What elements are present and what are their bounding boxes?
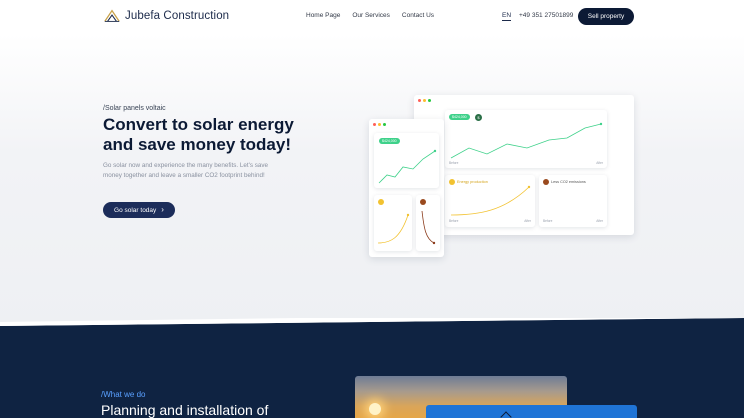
top-navigation: Jubefa Construction Home Page Our Servic… — [0, 0, 744, 34]
brand-logo[interactable]: Jubefa Construction — [103, 7, 229, 25]
language-selector[interactable]: EN — [502, 12, 512, 21]
blue-feature-card — [426, 405, 637, 418]
mini-co2-chart — [421, 210, 436, 245]
mini-energy-card — [374, 195, 412, 251]
energy-before-label: Before — [449, 219, 459, 223]
savings-line-chart — [450, 122, 603, 159]
brand-name: Jubefa Construction — [125, 10, 230, 22]
mini-energy-chart — [377, 213, 410, 244]
energy-after-label: After — [524, 219, 531, 223]
house-logo-icon — [104, 9, 120, 22]
phone-number[interactable]: +49 351 27501899 — [519, 12, 573, 19]
co2-emissions-title: Less CO2 emissions — [543, 179, 586, 185]
chevron-right-icon: › — [161, 205, 164, 214]
co2-before-label: Before — [543, 219, 553, 223]
go-solar-button[interactable]: Go solar today › — [103, 202, 175, 218]
house-outline-icon — [500, 411, 512, 418]
go-solar-button-label: Go solar today — [114, 206, 157, 214]
sell-property-button[interactable]: Sell property — [578, 8, 634, 25]
savings-chart-card: $424,000 $ Before After — [445, 110, 607, 168]
co2-emissions-card: Less CO2 emissions Before After — [539, 175, 607, 227]
mini-savings-card: $424,000 — [374, 133, 439, 188]
window-dots-small — [373, 123, 386, 126]
nav-links: Home Page Our Services Contact Us — [306, 12, 434, 19]
nav-link-contact[interactable]: Contact Us — [402, 12, 434, 19]
before-label: Before — [449, 161, 459, 165]
section-eyebrow: /What we do — [101, 390, 146, 399]
after-label: After — [596, 161, 603, 165]
mini-leaf-icon — [420, 199, 426, 205]
mini-savings-chart — [378, 149, 437, 184]
hero-subtext: Go solar now and experience the many ben… — [103, 162, 269, 179]
leaf-icon — [543, 179, 549, 185]
section-title: Planning and installation of — [101, 402, 269, 418]
nav-link-services[interactable]: Our Services — [352, 12, 390, 19]
mini-lightning-icon — [378, 199, 384, 205]
sun-shape — [369, 403, 381, 415]
mini-co2-card — [416, 195, 440, 251]
hero-eyebrow: /Solar panels voltaic — [103, 105, 166, 112]
mini-savings-pill: $424,000 — [379, 138, 400, 144]
energy-line-chart — [450, 185, 531, 216]
hero-headline: Convert to solar energy and save money t… — [103, 115, 294, 154]
dashboard-window-large: $424,000 $ Before After Energy productio… — [414, 95, 634, 235]
co2-emissions-label: Less CO2 emissions — [551, 180, 586, 184]
co2-after-label: After — [596, 219, 603, 223]
nav-link-home[interactable]: Home Page — [306, 12, 340, 19]
energy-production-card: Energy production Before After — [445, 175, 535, 227]
dashboard-window-small: $424,000 — [369, 119, 444, 257]
window-dots — [418, 99, 431, 102]
